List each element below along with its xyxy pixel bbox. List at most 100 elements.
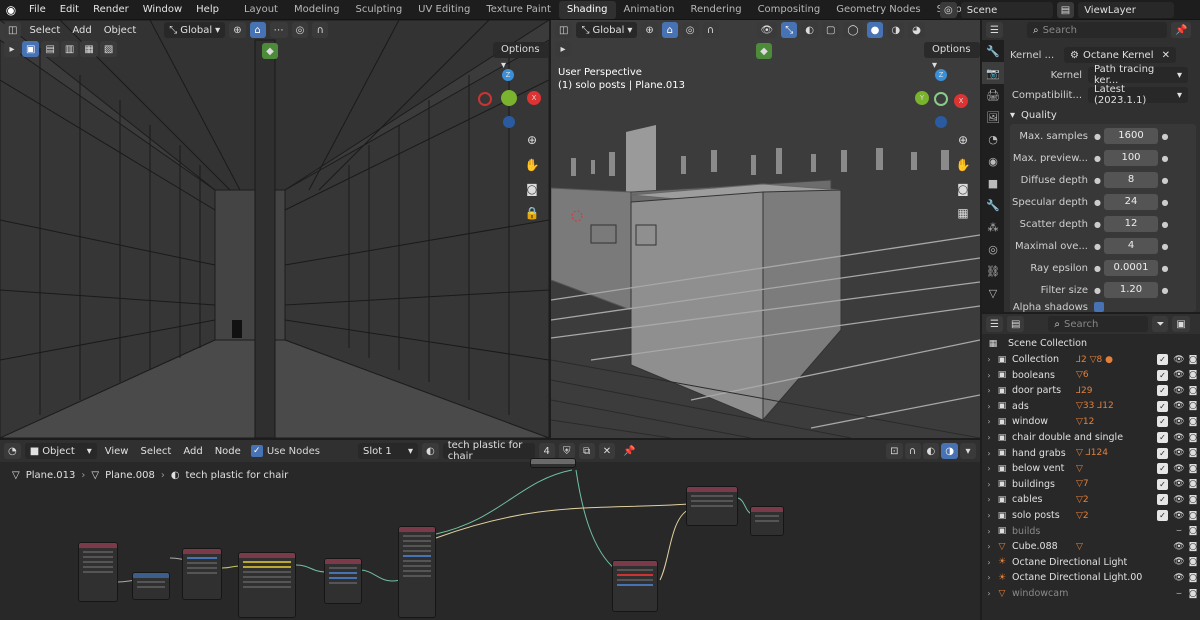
eye-icon[interactable]: 👁	[1172, 511, 1186, 521]
menu-render[interactable]: Render	[86, 0, 136, 20]
gizmo-x-axis-icon[interactable]: X	[527, 91, 541, 105]
new-collection-icon[interactable]: ▣	[1172, 316, 1190, 332]
snap-icon[interactable]: ⌂	[661, 22, 678, 38]
tool-cursor-icon[interactable]: ▸	[4, 41, 20, 57]
shading-material-icon[interactable]: ◑	[887, 22, 905, 38]
node-output[interactable]	[750, 506, 784, 536]
lock-icon[interactable]: 🔒	[522, 203, 542, 223]
gizmo-neg-x-axis-icon[interactable]	[478, 92, 492, 106]
hand-pan-icon[interactable]: ✋	[953, 155, 973, 175]
animate-dot-icon[interactable]: ●	[1158, 220, 1172, 229]
object-tab-icon[interactable]: ■	[982, 172, 1004, 194]
menu-add[interactable]: Add	[68, 25, 95, 36]
render-camera-icon[interactable]: ◙	[1186, 370, 1200, 380]
node-mapping[interactable]	[132, 572, 170, 600]
render-camera-icon[interactable]: ◙	[1186, 433, 1200, 443]
render-camera-icon[interactable]: ◙	[1186, 542, 1200, 552]
editor-type-icon[interactable]: ☰	[986, 316, 1003, 332]
snap-icon[interactable]: ⌂	[249, 22, 266, 38]
outliner-item[interactable]: › ▽ Cube.088 ▽ 👁 ◙	[982, 539, 1200, 554]
chevron-right-icon[interactable]: ›	[982, 495, 996, 504]
properties-search[interactable]: ⌕ Search	[1026, 22, 1167, 38]
render-camera-icon[interactable]: ◙	[1186, 557, 1200, 567]
menu-select[interactable]: Select	[25, 25, 64, 36]
menu-object[interactable]: Object	[100, 25, 141, 36]
select-intersect-icon[interactable]: ▧	[99, 41, 118, 57]
gizmo-y-axis-icon[interactable]	[501, 90, 517, 106]
menu-help[interactable]: Help	[189, 0, 226, 20]
tool-tab-icon[interactable]: 🔧	[982, 40, 1004, 62]
filter-icon[interactable]: ⏷	[1152, 316, 1169, 332]
outliner-item[interactable]: › ▣ solo posts ▽2 ✓ 👁 ◙	[982, 508, 1200, 523]
node-image-texture[interactable]	[182, 548, 222, 600]
shading-rendered-icon[interactable]: ◕	[908, 22, 925, 38]
octane-render-icon[interactable]: ◆	[262, 43, 278, 59]
exclude-checkbox[interactable]: ✓	[1157, 432, 1168, 443]
gizmo-z-axis-icon[interactable]: Z	[935, 69, 947, 81]
outliner-item[interactable]: › ☀ Octane Directional Light.00 👁 ◙	[982, 570, 1200, 585]
tab-uv-editing[interactable]: UV Editing	[410, 1, 478, 19]
options-dropdown[interactable]: Options ▾	[924, 42, 980, 71]
exclude-checkbox[interactable]: ✓	[1157, 416, 1168, 428]
outliner-item[interactable]: › ☀ Octane Directional Light 👁 ◙	[982, 555, 1200, 570]
falloff-icon[interactable]: ∩	[702, 22, 719, 38]
render-camera-icon[interactable]: ◙	[1186, 417, 1200, 427]
eye-icon[interactable]: 👁	[1172, 479, 1186, 489]
exclude-checkbox[interactable]: ✓	[1157, 447, 1168, 459]
tab-rendering[interactable]: Rendering	[682, 1, 749, 19]
output-tab-icon[interactable]: 🖨	[982, 84, 1004, 106]
gizmo-z-axis-icon[interactable]: Z	[502, 69, 514, 81]
animate-dot-icon[interactable]: ●	[1158, 264, 1172, 273]
eye-icon[interactable]: 👁	[1172, 557, 1186, 567]
chevron-right-icon[interactable]: ›	[982, 386, 996, 395]
eye-icon[interactable]: 👁	[1172, 464, 1186, 474]
kernel-type-dropdown[interactable]: Path tracing ker... ▾	[1088, 64, 1188, 86]
octane-render-icon[interactable]: ◆	[756, 43, 772, 59]
tab-shading[interactable]: Shading	[558, 1, 616, 19]
outliner-item[interactable]: › ▣ hand grabs ▽ ⅃124 ✓ 👁 ◙	[982, 446, 1200, 461]
eye-icon[interactable]: ⌣	[1172, 526, 1186, 536]
kernel-node-field[interactable]: ⚙ Octane Kernel ✕	[1064, 47, 1176, 63]
render-camera-icon[interactable]: ◙	[1186, 386, 1200, 396]
orientation-dropdown[interactable]: ⤡ Global ▾	[576, 22, 638, 38]
outliner-root[interactable]: ▦ Scene Collection	[982, 336, 1200, 351]
exclude-checkbox[interactable]: ✓	[1157, 463, 1168, 475]
eye-icon[interactable]: 👁	[1172, 433, 1186, 443]
physics-tab-icon[interactable]: ◎	[982, 238, 1004, 260]
render-camera-icon[interactable]: ◙	[1186, 401, 1200, 411]
menu-window[interactable]: Window	[136, 0, 189, 20]
eye-icon[interactable]: 👁	[1172, 573, 1186, 583]
outliner-item[interactable]: › ▣ buildings ▽7 ✓ 👁 ◙	[982, 477, 1200, 492]
chevron-right-icon[interactable]: ›	[982, 464, 996, 473]
exclude-checkbox[interactable]: ✓	[1157, 400, 1168, 412]
animate-dot-icon[interactable]: ●	[1158, 242, 1172, 251]
render-camera-icon[interactable]: ◙	[1186, 526, 1200, 536]
animate-dot-icon[interactable]: ●	[1158, 286, 1172, 295]
node-universal-material[interactable]	[398, 526, 436, 618]
options-dropdown[interactable]: Options ▾	[493, 42, 549, 71]
tab-compositing[interactable]: Compositing	[750, 1, 829, 19]
render-camera-icon[interactable]: ◙	[1186, 511, 1200, 521]
particles-tab-icon[interactable]: ⁂	[982, 216, 1004, 238]
render-camera-icon[interactable]: ◙	[1186, 355, 1200, 365]
menu-file[interactable]: File	[22, 0, 53, 20]
display-mode-icon[interactable]: ▤	[1006, 316, 1025, 332]
viewport-left[interactable]: ◫ Select Add Object ⤡ Global ▾ ⊕ ⌂ ⋯ ◎ ∩ ▸…	[0, 20, 549, 438]
chevron-right-icon[interactable]: ›	[982, 402, 996, 411]
exclude-checkbox[interactable]: ✓	[1157, 354, 1168, 365]
shader-node-editor[interactable]: ◔ ■ Object ▾ View Select Add Node ✓ Use Nod…	[0, 440, 980, 620]
tab-texture-paint[interactable]: Texture Paint	[478, 1, 559, 19]
select-subtract-icon[interactable]: ▥	[60, 41, 79, 57]
constraints-tab-icon[interactable]: ⛓	[982, 260, 1004, 282]
keyframe-dot-icon[interactable]: ●	[1094, 286, 1104, 295]
chevron-right-icon[interactable]: ›	[982, 355, 996, 364]
tool-cursor-icon[interactable]: ▸	[555, 41, 571, 57]
xray-icon[interactable]: ▢	[821, 22, 840, 38]
snap-target-icon[interactable]: ⋯	[269, 22, 288, 38]
node-bump[interactable]	[324, 558, 362, 604]
editor-type-icon[interactable]: ☰	[986, 22, 1003, 38]
node-mix-material[interactable]	[612, 560, 658, 612]
chevron-right-icon[interactable]: ›	[982, 480, 996, 489]
blender-logo-icon[interactable]: ◉	[0, 3, 22, 17]
modifier-tab-icon[interactable]: 🔧	[982, 194, 1004, 216]
